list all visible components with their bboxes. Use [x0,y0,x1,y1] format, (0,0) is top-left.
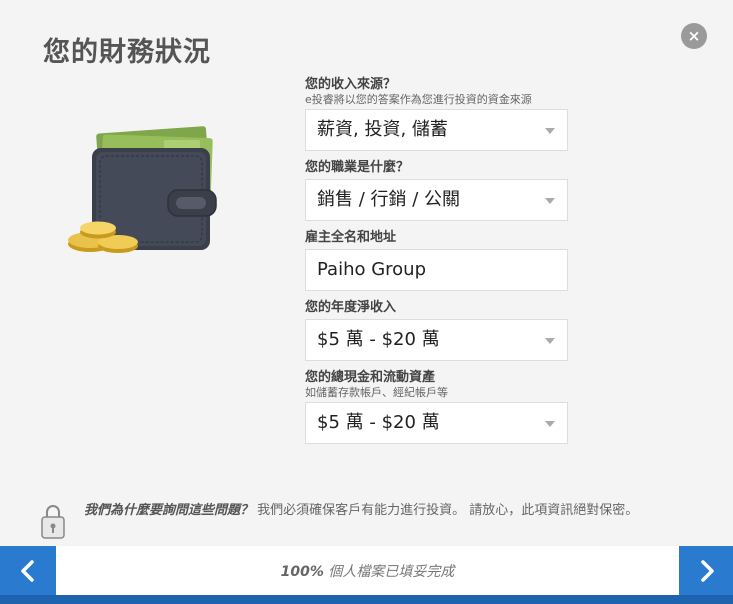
lock-icon [41,505,65,539]
dropdown-caret-icon [545,198,555,204]
liquid-assets-value: $5 萬 - $20 萬 [317,412,440,433]
financial-form: 您的收入來源？ e投睿將以您的答案作為您進行投資的資金來源 薪資, 投資, 儲蓄… [305,77,568,453]
privacy-note-text: 我們為什麼要詢問這些問題？ 我們必須確保客戶有能力進行投資。 請放心，此項資訊絕… [84,500,690,521]
privacy-note: 我們為什麼要詢問這些問題？ 我們必須確保客戶有能力進行投資。 請放心，此項資訊絕… [40,500,690,539]
annual-income-label: 您的年度淨收入 [305,300,397,315]
income-source-label: 您的收入來源？ [305,77,397,92]
annual-income-group: 您的年度淨收入 $5 萬 - $20 萬 [305,300,568,361]
employer-group: 雇主全名和地址 Paiho Group [305,230,568,291]
chevron-left-icon [21,560,34,582]
wallet-illustration [60,120,230,260]
page-title: 您的財務狀況 [43,37,211,68]
wallet-icon [68,126,217,253]
income-source-group: 您的收入來源？ e投睿將以您的答案作為您進行投資的資金來源 薪資, 投資, 儲蓄 [305,77,568,151]
employer-label: 雇主全名和地址 [305,230,397,245]
employer-value: Paiho Group [317,259,427,280]
liquid-assets-group: 您的總現金和流動資產 如儲蓄存款帳戶、經紀帳戶等 $5 萬 - $20 萬 [305,370,568,444]
progress-bar [0,595,733,604]
annual-income-select[interactable]: $5 萬 - $20 萬 [305,319,568,361]
annual-income-value: $5 萬 - $20 萬 [317,329,440,350]
previous-button[interactable] [0,546,56,595]
occupation-select[interactable]: 銷售 / 行銷 / 公關 [305,179,568,221]
dropdown-caret-icon [545,128,555,134]
close-button[interactable]: × [681,23,707,49]
progress-percent: 100% [280,564,324,580]
income-source-value: 薪資, 投資, 儲蓄 [317,119,448,140]
progress-bar-fill [0,595,733,604]
privacy-answer: 我們必須確保客戶有能力進行投資。 請放心，此項資訊絕對保密。 [253,503,639,518]
privacy-question: 我們為什麼要詢問這些問題？ [84,503,254,518]
occupation-value: 銷售 / 行銷 / 公關 [317,189,461,210]
liquid-assets-hint: 如儲蓄存款帳戶、經紀帳戶等 [305,386,448,399]
income-source-hint: e投睿將以您的答案作為您進行投資的資金來源 [305,93,532,106]
progress-label: 個人檔案已填妥完成 [323,564,455,580]
liquid-assets-label: 您的總現金和流動資產 [305,370,436,385]
employer-input[interactable]: Paiho Group [305,249,568,291]
occupation-group: 您的職業是什麼？ 銷售 / 行銷 / 公關 [305,160,568,221]
occupation-label: 您的職業是什麼？ [305,160,410,175]
liquid-assets-select[interactable]: $5 萬 - $20 萬 [305,402,568,444]
chevron-right-icon [701,560,714,582]
next-button[interactable] [679,546,733,595]
dropdown-caret-icon [545,338,555,344]
dropdown-caret-icon [545,421,555,427]
income-source-select[interactable]: 薪資, 投資, 儲蓄 [305,109,568,151]
progress-status: 100% 個人檔案已填妥完成 [56,546,679,595]
